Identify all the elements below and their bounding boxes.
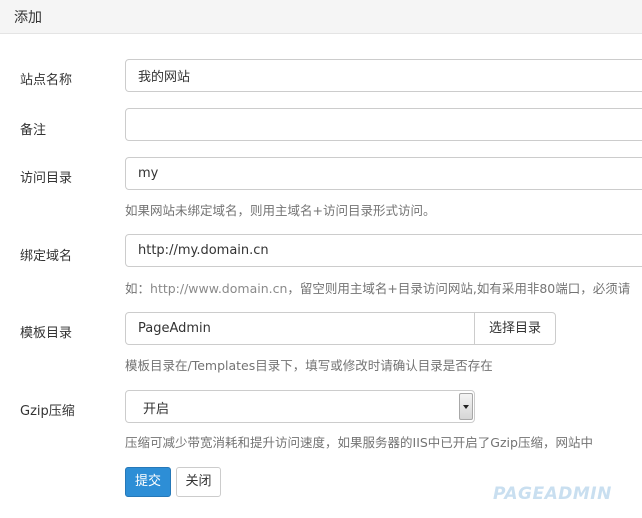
- chevron-down-icon[interactable]: [459, 393, 473, 420]
- close-button[interactable]: 关闭: [176, 467, 221, 497]
- panel-title: 添加: [14, 10, 42, 26]
- site-name-label: 站点名称: [20, 73, 73, 88]
- bind-domain-input[interactable]: [125, 234, 642, 267]
- gzip-select[interactable]: 开启: [125, 390, 475, 423]
- gzip-help: 压缩可减少带宽消耗和提升访问速度，如果服务器的IIS中已开启了Gzip压缩，网站…: [125, 435, 593, 450]
- template-dir-help: 模板目录在/Templates目录下，填写或修改时请确认目录是否存在: [125, 358, 493, 373]
- access-dir-label: 访问目录: [20, 171, 73, 186]
- pageadmin-watermark: PAGEADMIN: [493, 484, 612, 504]
- access-dir-input[interactable]: [125, 157, 642, 190]
- submit-button[interactable]: 提交: [125, 467, 171, 497]
- bind-domain-help-url: http://www.domain.cn: [150, 281, 288, 296]
- choose-dir-button[interactable]: 选择目录: [474, 312, 556, 345]
- remark-label: 备注: [20, 123, 47, 138]
- bind-domain-label: 绑定域名: [20, 249, 73, 264]
- access-dir-help: 如果网站未绑定域名，则用主域名+访问目录形式访问。: [125, 203, 436, 218]
- panel-header: 添加: [0, 0, 642, 34]
- bind-domain-help: 如：http://www.domain.cn，留空则用主域名+目录访问网站,如有…: [125, 278, 630, 297]
- template-dir-input[interactable]: [125, 312, 475, 345]
- template-dir-label: 模板目录: [20, 326, 73, 341]
- bind-domain-help-rest: ，留空则用主域名+目录访问网站,如有采用非80端口，必须请: [287, 281, 631, 296]
- gzip-selected-value: 开启: [143, 402, 170, 417]
- site-name-input[interactable]: [125, 59, 642, 92]
- remark-input[interactable]: [125, 108, 642, 141]
- gzip-label: Gzip压缩: [20, 404, 75, 419]
- bind-domain-help-prefix: 如：: [125, 281, 151, 296]
